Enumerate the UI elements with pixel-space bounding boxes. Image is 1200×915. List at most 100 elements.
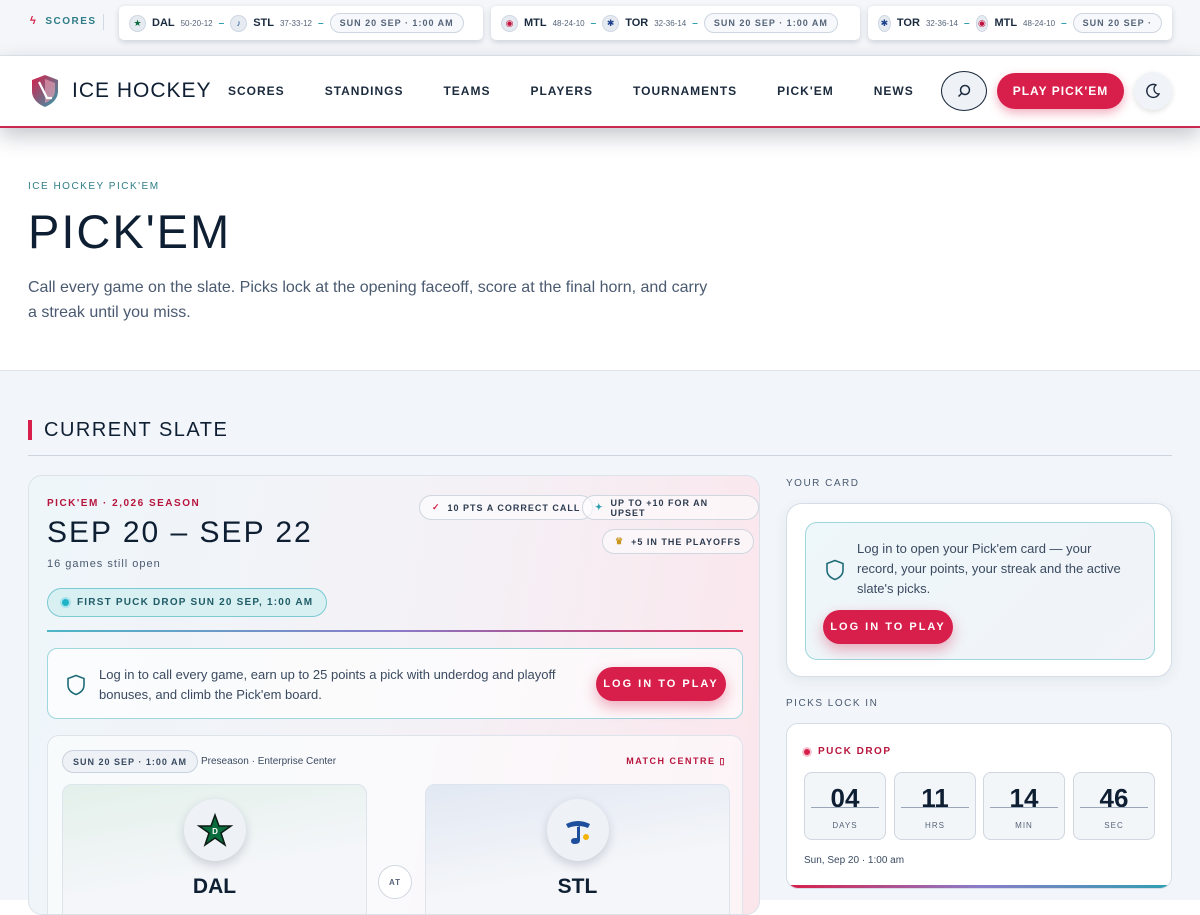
ticker-date: SUN 20 SEP · [1072,13,1162,33]
countdown-value: 04 [830,783,860,813]
nav-news[interactable]: NEWS [874,84,914,98]
ticker-away: DAL [152,17,175,29]
away-team-abbr: DAL [192,875,237,898]
nav-pickem[interactable]: PICK'EM [777,84,834,98]
countdown-divider [901,807,969,808]
theme-toggle[interactable] [1134,72,1172,110]
match-centre-link[interactable]: MATCH CENTRE ▯ [626,756,726,767]
team-logo-icon: ◉ [501,14,518,32]
breadcrumb[interactable]: ICE HOCKEY PICK'EM [28,181,160,192]
countdown-value: 11 [921,783,949,813]
puck-drop-text: PUCK DROP [818,746,892,757]
scores-ticker: ϟ SCORES ★ DAL 50-20-12 – ♪ STL 37-33-12… [0,0,1200,56]
nav-players[interactable]: PLAYERS [530,84,593,98]
page-title: PICK'EM [28,205,232,258]
countdown-divider [990,807,1058,808]
brand-name: ICE HOCKEY [72,79,212,102]
ticker-game[interactable]: ◉ MTL 48-24-10 – ✱ TOR 32-36-14 – SUN 20… [491,6,860,40]
section-title: CURRENT SLATE [28,419,228,441]
site-header: ICE HOCKEY SCORES STANDINGS TEAMS PLAYER… [0,56,1200,128]
home-team-abbr: STL [557,875,598,898]
rule-chip: ✦ UP TO +10 FOR AN UPSET [582,495,759,520]
live-dot-icon [62,599,69,606]
game-date: SUN 20 SEP · 1:00 AM [62,750,199,773]
nav-tournaments[interactable]: TOURNAMENTS [633,84,737,98]
page-lead: Call every game on the slate. Picks lock… [28,279,708,321]
countdown-unit: MIN [1015,821,1033,830]
nav-standings[interactable]: STANDINGS [325,84,404,98]
team-logo-icon: ★ [129,14,146,32]
search-button[interactable] [941,71,987,111]
rule-chip-text: UP TO +10 FOR AN UPSET [610,497,709,518]
slate-section: CURRENT SLATE PICK'EM · 2,026 SEASON SEP… [0,370,1200,915]
star-icon: ✦ [595,502,604,512]
slate-card: PICK'EM · 2,026 SEASON SEP 20 – SEP 22 1… [28,475,760,915]
svg-text:D: D [212,827,218,836]
rule-chip-text: +5 IN THE PLAYOFFS [631,536,742,547]
shield-icon [826,559,844,581]
slate-divider [47,630,743,632]
slate-season: PICK'EM · 2,026 SEASON [47,498,201,509]
ticker-dash: – [218,17,225,29]
ticker-game[interactable]: ★ DAL 50-20-12 – ♪ STL 37-33-12 – SUN 20… [119,6,483,40]
check-icon: ✓ [432,502,441,512]
brand-link[interactable]: ICE HOCKEY [30,74,212,108]
ticker-away: MTL [524,17,547,29]
ticker-home: STL [253,17,274,29]
external-link-icon: ▯ [719,756,726,766]
countdown-divider [1080,807,1148,808]
away-team-pick[interactable]: D DAL [62,784,367,914]
team-logo-icon: ♪ [230,14,248,32]
ticker-date: SUN 20 SEP · 1:00 AM [329,13,464,33]
at-badge: AT [378,865,412,899]
puck-drop: PUCK DROP [804,746,892,757]
rule-chip: ✓ 10 PTS A CORRECT CALL [419,495,594,520]
first-puck-badge: FIRST PUCK DROP SUN 20 SEP, 1:00 AM [47,588,328,617]
nav-scores[interactable]: SCORES [228,84,285,98]
countdown-divider [811,807,879,808]
ticker-label[interactable]: ϟ SCORES [30,15,97,27]
slate-range: SEP 20 – SEP 22 [47,516,313,549]
countdown-unit: DAYS [832,821,858,830]
countdown-unit: SEC [1104,821,1124,830]
team-logo-icon: ✱ [878,14,891,32]
ticker-dash: – [318,17,324,29]
ticker-away-record: 50-20-12 [180,18,213,28]
your-card: Log in to open your Pick'em card — your … [786,503,1172,677]
ticker-dash: – [1061,17,1067,29]
your-card-text: Log in to open your Pick'em card — your … [857,541,1121,596]
match-centre-text: MATCH CENTRE [626,756,716,766]
bolt-icon: ϟ [30,15,38,27]
ticker-home: MTL [994,17,1018,29]
team-logo-icon: ◉ [975,14,989,32]
countdown-seconds: 46 SEC [1073,772,1155,840]
login-button[interactable]: LOG IN TO PLAY [596,667,726,701]
ticker-label-text: SCORES [45,15,97,27]
countdown-days: 04 DAYS [804,772,886,840]
countdown-value: 14 [1009,783,1039,813]
first-puck-text: FIRST PUCK DROP SUN 20 SEP, 1:00 AM [77,597,314,608]
rule-chip-text: 10 PTS A CORRECT CALL [447,502,581,513]
game-venue: Preseason · Enterprise Center [201,756,337,767]
shield-icon [67,674,85,696]
lock-date: Sun, Sep 20 · 1:00 am [804,855,905,866]
your-card-login: Log in to open your Pick'em card — your … [805,522,1155,660]
ticker-game[interactable]: ✱ TOR 32-36-14 – ◉ MTL 48-24-10 – SUN 20… [868,6,1172,40]
st-louis-blues-icon [547,799,609,861]
slate-open-count: 16 games still open [47,558,161,570]
countdown-value: 46 [1099,783,1129,813]
ticker-home: TOR [625,17,649,29]
picks-lock-card: PUCK DROP 04 DAYS 11 HRS 14 MIN 46 SEC S… [786,723,1172,889]
section-title-text: CURRENT SLATE [44,418,229,441]
ticker-dash: – [963,17,970,29]
nav-teams[interactable]: TEAMS [443,84,490,98]
ticker-away-record: 48-24-10 [552,18,585,28]
ticker-dash: – [590,17,597,29]
play-pickem-button[interactable]: PLAY PICK'EM [997,73,1124,109]
section-accent-bar [28,420,32,440]
game-card: SUN 20 SEP · 1:00 AM Preseason · Enterpr… [47,735,743,914]
ticker-away-record: 32-36-14 [925,18,958,28]
home-team-pick[interactable]: STL [425,784,730,914]
shield-logo-icon [32,75,58,107]
your-card-login-button[interactable]: LOG IN TO PLAY [823,610,953,644]
